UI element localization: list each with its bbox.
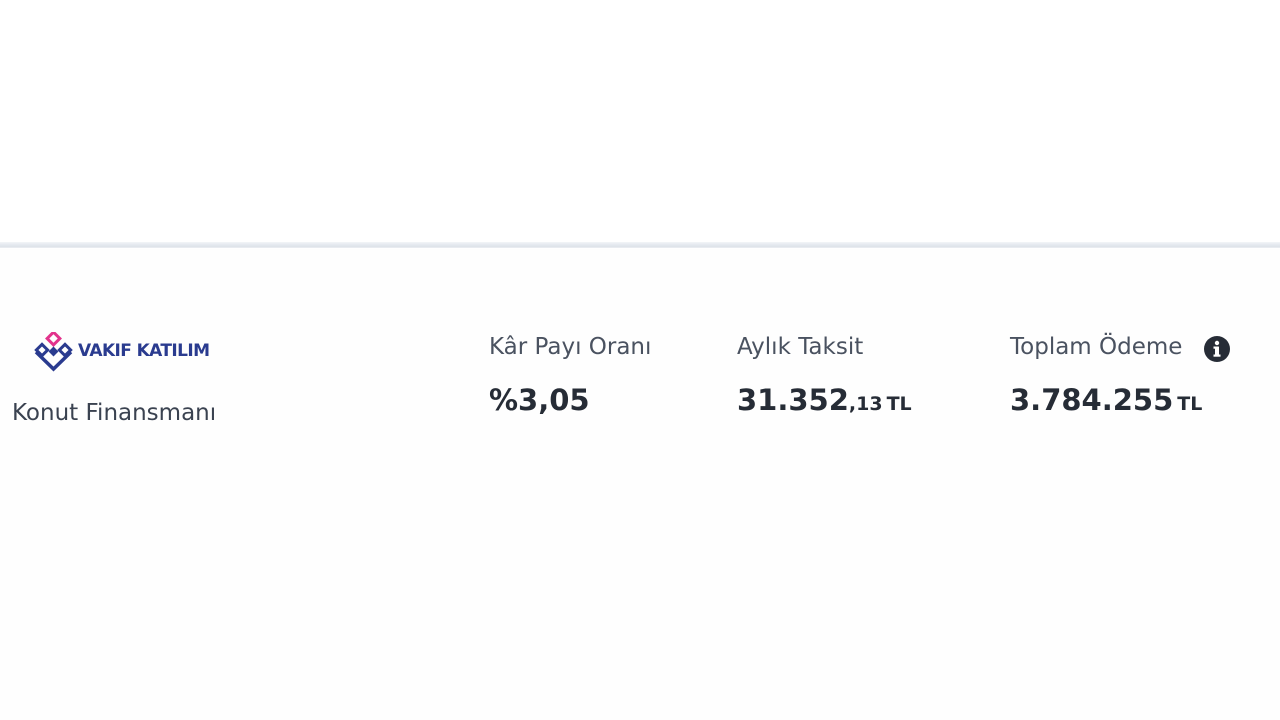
monthly-installment-decimal: ,13 bbox=[848, 393, 883, 415]
product-name: Konut Finansmanı bbox=[12, 400, 217, 426]
total-payment-value: 3.784.255 TL bbox=[1010, 383, 1202, 417]
bank-logo-mark-icon bbox=[34, 332, 73, 372]
monthly-installment-value: 31.352,13 TL bbox=[737, 383, 912, 417]
total-payment-label: Toplam Ödeme bbox=[1010, 334, 1183, 360]
profit-rate-label: Kâr Payı Oranı bbox=[489, 334, 652, 360]
profit-rate-value: %3,05 bbox=[489, 383, 590, 417]
monthly-installment-label: Aylık Taksit bbox=[737, 334, 864, 360]
monthly-installment-unit: TL bbox=[886, 393, 912, 415]
total-payment-amount: 3.784.255 bbox=[1010, 383, 1174, 417]
bank-name: VAKIF KATILIM bbox=[78, 341, 210, 361]
bank-logo: VAKIF KATILIM bbox=[34, 332, 224, 372]
loan-offer-row[interactable] bbox=[0, 249, 1280, 720]
total-payment-unit: TL bbox=[1177, 393, 1203, 415]
info-icon[interactable] bbox=[1203, 335, 1231, 363]
page: VAKIF KATILIM Konut Finansmanı Kâr Payı … bbox=[0, 0, 1280, 720]
section-divider bbox=[0, 242, 1280, 248]
monthly-installment-integer: 31.352 bbox=[737, 383, 849, 417]
